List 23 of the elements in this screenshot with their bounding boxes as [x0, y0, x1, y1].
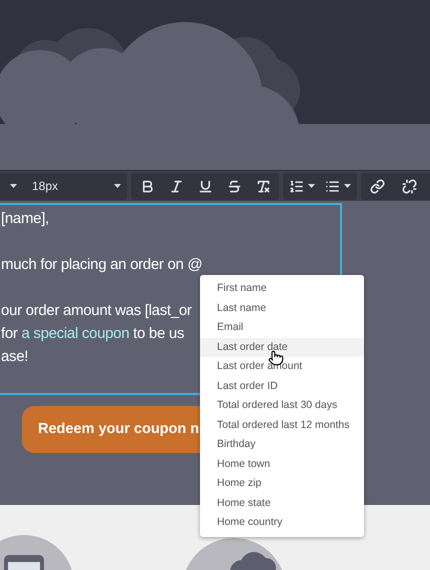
menu-item[interactable]: Home state [200, 494, 364, 513]
menu-item[interactable]: Home country [200, 513, 364, 532]
editor-line: much for placing an order on @ [1, 255, 202, 275]
menu-item[interactable]: Home zip [200, 474, 364, 494]
menu-item[interactable]: Home town [200, 454, 364, 474]
editor-line: for a special coupon to be us [1, 324, 184, 344]
editor-line: our order amount was [last_or [1, 301, 192, 321]
coupon-link[interactable]: a special coupon [21, 325, 130, 342]
underline-icon [198, 178, 212, 194]
menu-item[interactable]: Last order date [200, 338, 364, 357]
link-icon [370, 178, 384, 194]
italic-icon [168, 178, 184, 194]
clear-format-icon [256, 178, 270, 194]
strikethrough-icon [226, 178, 242, 194]
caret-icon [10, 184, 16, 188]
unlink-icon [402, 178, 416, 194]
numbered-list-icon [289, 178, 304, 194]
caret-icon [114, 184, 121, 188]
editor-line: [name], [1, 209, 49, 229]
editor-line: ase! [1, 347, 28, 367]
bullet-list-icon [325, 178, 340, 194]
caret-icon [308, 184, 315, 188]
caret-icon [344, 184, 351, 188]
